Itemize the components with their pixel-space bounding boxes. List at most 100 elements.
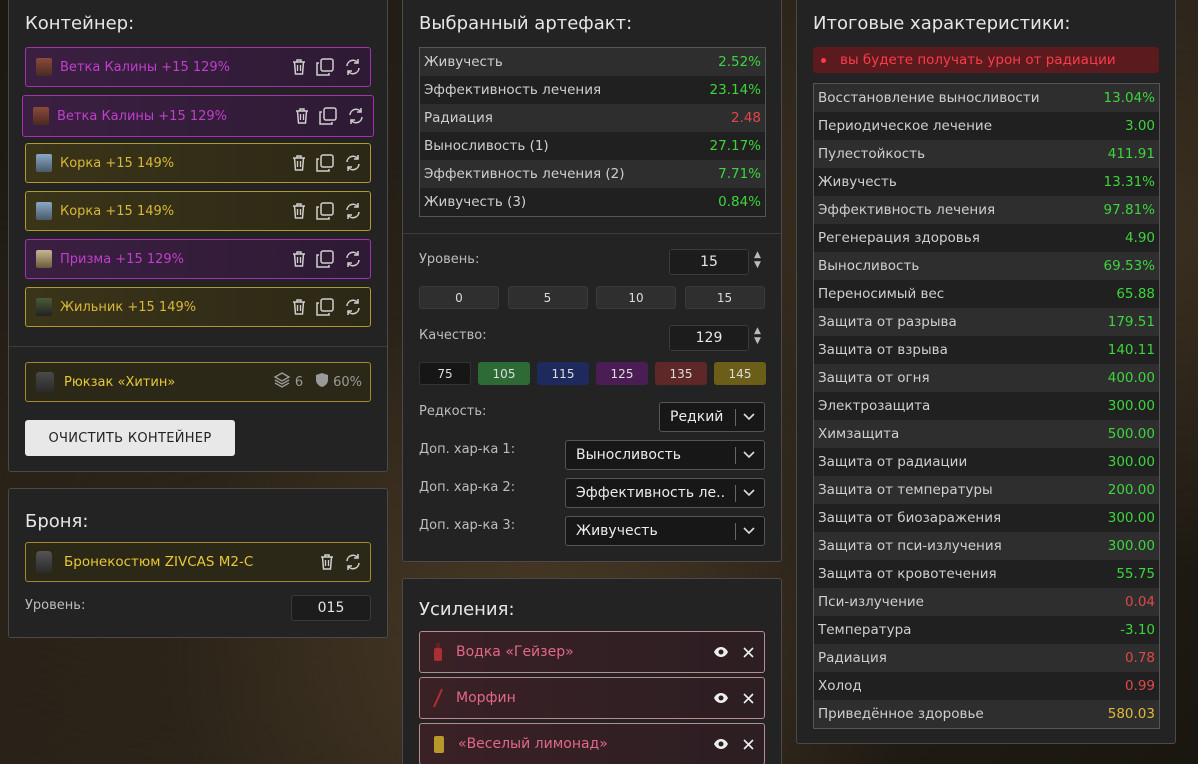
quality-preset-button[interactable]: 115 bbox=[537, 362, 589, 385]
container-slot[interactable]: Жильник +15 149% bbox=[25, 287, 371, 327]
stat-name: Переносимый вес bbox=[818, 286, 945, 302]
copy-icon[interactable] bbox=[316, 58, 334, 76]
trash-icon[interactable] bbox=[292, 299, 306, 315]
level-preset-button[interactable]: 10 bbox=[596, 286, 676, 309]
eye-icon[interactable] bbox=[713, 646, 729, 658]
stat-name: Эффективность лечения (2) bbox=[424, 166, 625, 182]
container-slot[interactable]: Ветка Калины +15 129% bbox=[22, 95, 374, 137]
boost-item[interactable]: «Веселый лимонад» bbox=[419, 723, 765, 764]
stat-row: Радиация 0.78 bbox=[814, 644, 1159, 672]
trash-icon[interactable] bbox=[320, 554, 334, 570]
boost-item[interactable]: Морфин bbox=[419, 677, 765, 719]
container-slot[interactable]: Призма +15 129% bbox=[25, 239, 371, 279]
swap-icon[interactable] bbox=[344, 250, 362, 268]
quality-stepper[interactable]: ▲ ▼ bbox=[754, 326, 761, 346]
extra1-select[interactable]: Выносливость bbox=[565, 440, 765, 470]
extra3-select[interactable]: Живучесть bbox=[565, 516, 765, 546]
stat-row: Эффективность лечения 23.14% bbox=[420, 76, 765, 104]
stat-name: Химзащита bbox=[818, 426, 900, 442]
clear-container-button[interactable]: ОЧИСТИТЬ КОНТЕЙНЕР bbox=[25, 420, 235, 456]
stat-value: 27.17% bbox=[709, 138, 761, 154]
swap-icon[interactable] bbox=[344, 154, 362, 172]
rarity-select[interactable]: Редкий bbox=[659, 402, 765, 432]
crust-artifact-icon bbox=[36, 202, 52, 220]
stat-name: Периодическое лечение bbox=[818, 118, 993, 134]
container-slot[interactable]: Корка +15 149% bbox=[25, 191, 371, 231]
lemonade-can-icon bbox=[432, 734, 446, 754]
slot-label: Корка +15 149% bbox=[60, 203, 175, 219]
armor-level-input[interactable]: 015 bbox=[291, 595, 371, 621]
backpack-slot[interactable]: Рюкзак «Хитин» 6 60% bbox=[25, 362, 371, 402]
boost-item[interactable]: Водка «Гейзер» bbox=[419, 631, 765, 673]
trash-icon[interactable] bbox=[292, 203, 306, 219]
copy-icon[interactable] bbox=[319, 107, 337, 125]
stat-row: Живучесть 13.31% bbox=[814, 168, 1159, 196]
prism-artifact-icon bbox=[36, 250, 52, 268]
level-input[interactable]: 15 bbox=[669, 249, 749, 275]
extra2-select[interactable]: Эффективность ле... bbox=[565, 478, 765, 508]
crust-artifact-icon bbox=[36, 154, 52, 172]
slot-label: Призма +15 129% bbox=[60, 251, 185, 267]
level-preset-button[interactable]: 0 bbox=[419, 286, 499, 309]
syringe-icon bbox=[432, 688, 444, 708]
backpack-slots-count: 6 bbox=[294, 374, 304, 390]
copy-icon[interactable] bbox=[316, 298, 334, 316]
trash-icon[interactable] bbox=[292, 155, 306, 171]
armor-slot[interactable]: Бронекостюм ZIVCAS M2-C bbox=[25, 542, 371, 582]
divider bbox=[403, 233, 781, 234]
container-slot[interactable]: Ветка Калины +15 129% bbox=[25, 47, 371, 87]
stat-row: Защита от разрыва 179.51 bbox=[814, 308, 1159, 336]
stat-row: Живучесть 2.52% bbox=[420, 48, 765, 76]
trash-icon[interactable] bbox=[292, 59, 306, 75]
quality-input[interactable]: 129 bbox=[669, 325, 749, 351]
stat-value: 0.99 bbox=[1124, 678, 1155, 694]
copy-icon[interactable] bbox=[316, 250, 334, 268]
quality-preset-button[interactable]: 145 bbox=[714, 362, 766, 385]
trash-icon[interactable] bbox=[295, 108, 309, 124]
swap-icon[interactable] bbox=[344, 553, 362, 571]
chevron-down-icon bbox=[743, 489, 755, 497]
stat-row: Эффективность лечения (2) 7.71% bbox=[420, 160, 765, 188]
bullet-icon bbox=[821, 57, 826, 63]
copy-icon[interactable] bbox=[316, 202, 334, 220]
swap-icon[interactable] bbox=[344, 58, 362, 76]
close-icon[interactable] bbox=[743, 646, 754, 658]
stat-value: 3.00 bbox=[1124, 118, 1155, 134]
stat-row: Эффективность лечения 97.81% bbox=[814, 196, 1159, 224]
container-slot[interactable]: Корка +15 149% bbox=[25, 143, 371, 183]
quality-preset-button[interactable]: 105 bbox=[478, 362, 530, 385]
swap-icon[interactable] bbox=[347, 107, 365, 125]
stat-name: Температура bbox=[818, 622, 912, 638]
trash-icon[interactable] bbox=[292, 251, 306, 267]
stat-row: Защита от огня 400.00 bbox=[814, 364, 1159, 392]
layers-icon bbox=[273, 371, 291, 393]
quality-preset-button[interactable]: 125 bbox=[596, 362, 648, 385]
stat-row: Защита от температуры 200.00 bbox=[814, 476, 1159, 504]
close-icon[interactable] bbox=[743, 738, 754, 750]
level-preset-button[interactable]: 5 bbox=[507, 286, 588, 309]
stat-value: 0.04 bbox=[1124, 594, 1155, 610]
stat-value: 300.00 bbox=[1107, 454, 1155, 470]
stat-value: 500.00 bbox=[1107, 426, 1155, 442]
quality-label: Качество: bbox=[419, 328, 487, 343]
swap-icon[interactable] bbox=[344, 202, 362, 220]
extra2-label: Доп. хар-ка 2: bbox=[419, 480, 516, 495]
level-preset-button[interactable]: 15 bbox=[684, 286, 765, 309]
eye-icon[interactable] bbox=[713, 738, 729, 750]
stat-row: Радиация 2.48 bbox=[420, 104, 765, 132]
close-icon[interactable] bbox=[743, 692, 754, 704]
stat-value: 200.00 bbox=[1107, 482, 1155, 498]
quality-preset-button[interactable]: 75 bbox=[419, 362, 471, 385]
swap-icon[interactable] bbox=[344, 298, 362, 316]
stat-row: Выносливость (1) 27.17% bbox=[420, 132, 765, 160]
level-stepper[interactable]: ▲ ▼ bbox=[754, 250, 761, 270]
stat-row: Защита от пси-излучения 300.00 bbox=[814, 532, 1159, 560]
stat-row: Электрозащита 300.00 bbox=[814, 392, 1159, 420]
eye-icon[interactable] bbox=[713, 692, 729, 704]
stat-value: 97.81% bbox=[1103, 202, 1155, 218]
quality-preset-button[interactable]: 135 bbox=[655, 362, 707, 385]
boosts-panel: Усиления: Водка «Гейзер» Морфин «Веселый л… bbox=[402, 578, 782, 764]
stat-name: Радиация bbox=[818, 650, 887, 666]
vein-artifact-icon bbox=[36, 298, 52, 316]
copy-icon[interactable] bbox=[316, 154, 334, 172]
